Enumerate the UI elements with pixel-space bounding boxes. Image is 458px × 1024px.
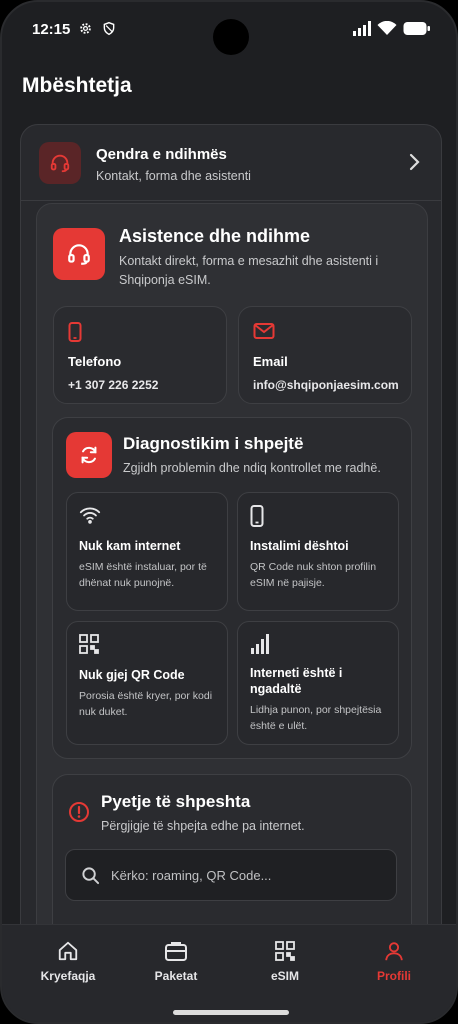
home-icon [18, 937, 118, 965]
search-placeholder: Kërko: roaming, QR Code... [111, 868, 272, 883]
search-icon [81, 866, 100, 890]
help-center-title: Qendra e ndihmës [96, 146, 227, 163]
support-card: Qendra e ndihmës Kontakt, forma dhe asis… [20, 124, 442, 994]
wifi-icon [79, 505, 101, 530]
diagnostics-panel: Diagnostikim i shpejtë Zgjidh problemin … [52, 417, 412, 759]
tile-title: Nuk gjej QR Code [79, 668, 185, 682]
tile-description: Porosia është kryer, por kodi nuk duket. [79, 690, 213, 718]
tile-description: QR Code nuk shton profilin eSIM në pajis… [250, 561, 377, 589]
mail-icon [253, 322, 275, 345]
camera-cutout [213, 19, 249, 55]
contact-card-phone[interactable]: Telefono +1 307 226 2252 [53, 306, 227, 404]
nav-item-esim[interactable]: eSIM [235, 937, 335, 983]
nav-label: Kryefaqja [40, 969, 96, 983]
assistance-description: Kontakt direkt, forma e mesazhit dhe asi… [119, 254, 379, 287]
nav-item-profile[interactable]: Profili [344, 937, 444, 983]
tile-title: Interneti është i ngadaltë [250, 666, 343, 696]
contact-value: info@shqiponjaesim.com [253, 378, 399, 392]
phone-icon [68, 322, 82, 347]
contact-card-email[interactable]: Email info@shqiponjaesim.com [238, 306, 412, 404]
help-center-subtitle: Kontakt, forma dhe asistenti [96, 169, 251, 183]
headset-icon [53, 228, 105, 280]
chevron-right-icon [409, 153, 421, 176]
help-center-row[interactable]: Qendra e ndihmës Kontakt, forma dhe asis… [21, 125, 441, 201]
briefcase-icon [126, 937, 226, 965]
headset-icon [39, 142, 81, 184]
diagnostic-tile-slow-internet[interactable]: Interneti është i ngadaltë Lidhja punon,… [237, 621, 399, 745]
signal-bars-icon [250, 634, 270, 659]
nav-item-packages[interactable]: Paketat [126, 937, 226, 983]
tile-title: Nuk kam internet [79, 539, 181, 553]
diagnostics-subtitle: Zgjidh problemin dhe ndiq kontrollet me … [123, 461, 381, 475]
phone-screen: 12:15 Mbështetja Qendra e ndihmës Kontak… [0, 0, 458, 1024]
home-indicator[interactable] [173, 1010, 289, 1015]
tile-title: Instalimi dështoi [250, 539, 349, 553]
diagnostic-tile-no-internet[interactable]: Nuk kam internet eSIM është instaluar, p… [66, 492, 228, 611]
faq-search-input[interactable]: Kërko: roaming, QR Code... [65, 849, 397, 901]
tile-description: Lidhja punon, por shpejtësia është e ulë… [250, 704, 382, 732]
info-icon [68, 801, 90, 828]
user-icon [344, 937, 444, 965]
contact-label: Telefono [68, 354, 122, 369]
nav-label: eSIM [270, 969, 299, 983]
settings-gear-icon [78, 21, 93, 41]
contact-value: +1 307 226 2252 [68, 378, 159, 392]
diagnostic-tile-install-failed[interactable]: Instalimi dështoi QR Code nuk shton prof… [237, 492, 399, 611]
nav-label: Profili [376, 969, 411, 983]
shield-icon [102, 21, 116, 41]
status-time: 12:15 [32, 21, 71, 38]
assistance-title: Asistence dhe ndihme [119, 226, 311, 246]
assistance-panel: Asistence dhe ndihme Kontakt direkt, for… [36, 203, 428, 994]
nav-item-home[interactable]: Kryefaqja [18, 937, 118, 983]
faq-subtitle: Përgjigje të shpejta edhe pa internet. [101, 819, 305, 833]
page-title: Mbështetja [22, 74, 132, 97]
battery-icon [403, 21, 431, 41]
cellular-signal-icon [352, 21, 372, 41]
diagnostic-tile-qr-code[interactable]: Nuk gjej QR Code Porosia është kryer, po… [66, 621, 228, 745]
nav-label: Paketat [154, 969, 198, 983]
contact-label: Email [253, 354, 288, 369]
qr-code-icon [79, 634, 99, 659]
bottom-navigation: Kryefaqja Paketat eSIM Profili [2, 924, 456, 1022]
smartphone-icon [250, 505, 264, 532]
status-bar: 12:15 [2, 2, 456, 58]
faq-title: Pyetje të shpeshta [101, 792, 251, 811]
qr-code-icon [235, 937, 335, 965]
diagnostics-title: Diagnostikim i shpejtë [123, 434, 304, 453]
tile-description: eSIM është instaluar, por të dhënat nuk … [79, 561, 207, 589]
refresh-icon [66, 432, 112, 478]
wifi-status-icon [377, 20, 397, 41]
